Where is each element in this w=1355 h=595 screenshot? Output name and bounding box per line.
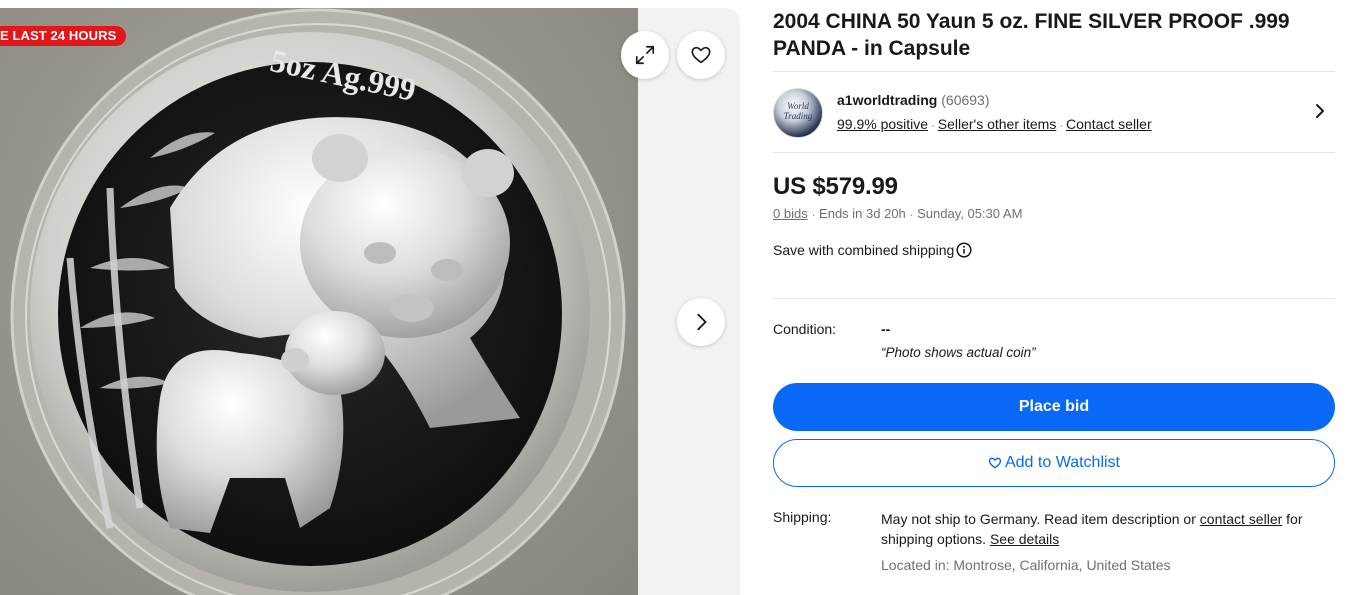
seller-other-items-link[interactable]: Seller's other items xyxy=(938,116,1057,132)
place-bid-button[interactable]: Place bid xyxy=(773,383,1335,431)
heart-icon xyxy=(691,46,711,64)
add-to-watchlist-button[interactable]: Add to Watchlist xyxy=(773,439,1335,487)
chevron-right-icon xyxy=(697,313,707,331)
separator-dot: · xyxy=(931,120,935,132)
location-label: Located in: xyxy=(881,557,950,573)
bid-info: 0 bids · Ends in 3d 20h · Sunday, 05:30 AM xyxy=(773,206,1022,221)
ends-in: Ends in 3d 20h xyxy=(819,206,906,221)
divider xyxy=(773,71,1335,72)
listing-title: 2004 CHINA 50 Yaun 5 oz. FINE SILVER PRO… xyxy=(773,10,1290,60)
seller-name-line: a1worldtrading (60693) xyxy=(837,92,990,108)
divider xyxy=(773,152,1335,153)
seller-name[interactable]: a1worldtrading xyxy=(837,92,937,108)
watchlist-label: Add to Watchlist xyxy=(1004,454,1120,471)
contact-seller-link[interactable]: Contact seller xyxy=(1066,116,1152,132)
coin-image: 5oz Ag.999 xyxy=(10,8,626,595)
separator-dot: · xyxy=(811,210,816,221)
shipping-contact-seller-link[interactable]: contact seller xyxy=(1200,511,1282,527)
divider xyxy=(773,298,1335,299)
condition-note: “Photo shows actual coin” xyxy=(881,345,1036,360)
shipping-text-before: May not ship to Germany. Read item descr… xyxy=(881,511,1200,527)
condition-value: -- xyxy=(881,321,891,337)
separator-dot: · xyxy=(909,210,914,221)
next-image-button[interactable] xyxy=(677,298,725,346)
condition-label: Condition: xyxy=(773,321,837,337)
location-value: Montrose, California, United States xyxy=(953,557,1171,573)
item-price: US $579.99 xyxy=(773,173,898,200)
see-details-link[interactable]: See details xyxy=(990,531,1059,547)
last-24-hours-badge: E LAST 24 HOURS xyxy=(0,26,127,46)
seller-positive-link[interactable]: 99.9% positive xyxy=(837,116,928,132)
shipping-text: May not ship to Germany. Read item descr… xyxy=(881,509,1341,549)
expand-button[interactable] xyxy=(621,31,669,79)
image-gallery: 5oz Ag.999 E LAST 24 HOURS xyxy=(0,8,740,595)
expand-icon xyxy=(635,45,655,65)
chevron-right-icon[interactable] xyxy=(1313,102,1327,120)
seller-feedback-count: (60693) xyxy=(941,92,990,108)
info-icon[interactable] xyxy=(956,242,972,258)
item-photo[interactable]: 5oz Ag.999 xyxy=(0,8,638,595)
end-time: Sunday, 05:30 AM xyxy=(917,206,1023,221)
shipping-label: Shipping: xyxy=(773,509,832,525)
separator-dot: · xyxy=(1059,120,1064,132)
combined-shipping: Save with combined shipping xyxy=(773,242,972,258)
seller-links: 99.9% positive · Seller's other items · Cont… xyxy=(837,116,1152,132)
watch-heart-button[interactable] xyxy=(677,31,725,79)
seller-card[interactable]: World Trading a1worldtrading (60693) 99.9… xyxy=(773,88,1335,138)
combined-shipping-text: Save with combined shipping xyxy=(773,242,955,258)
heart-icon xyxy=(988,457,1002,469)
avatar-logo-text: World Trading xyxy=(783,101,813,121)
item-location: Located in: Montrose, California, United… xyxy=(881,557,1171,573)
bid-count-link[interactable]: 0 bids xyxy=(773,206,808,221)
seller-avatar[interactable]: World Trading xyxy=(773,88,823,138)
